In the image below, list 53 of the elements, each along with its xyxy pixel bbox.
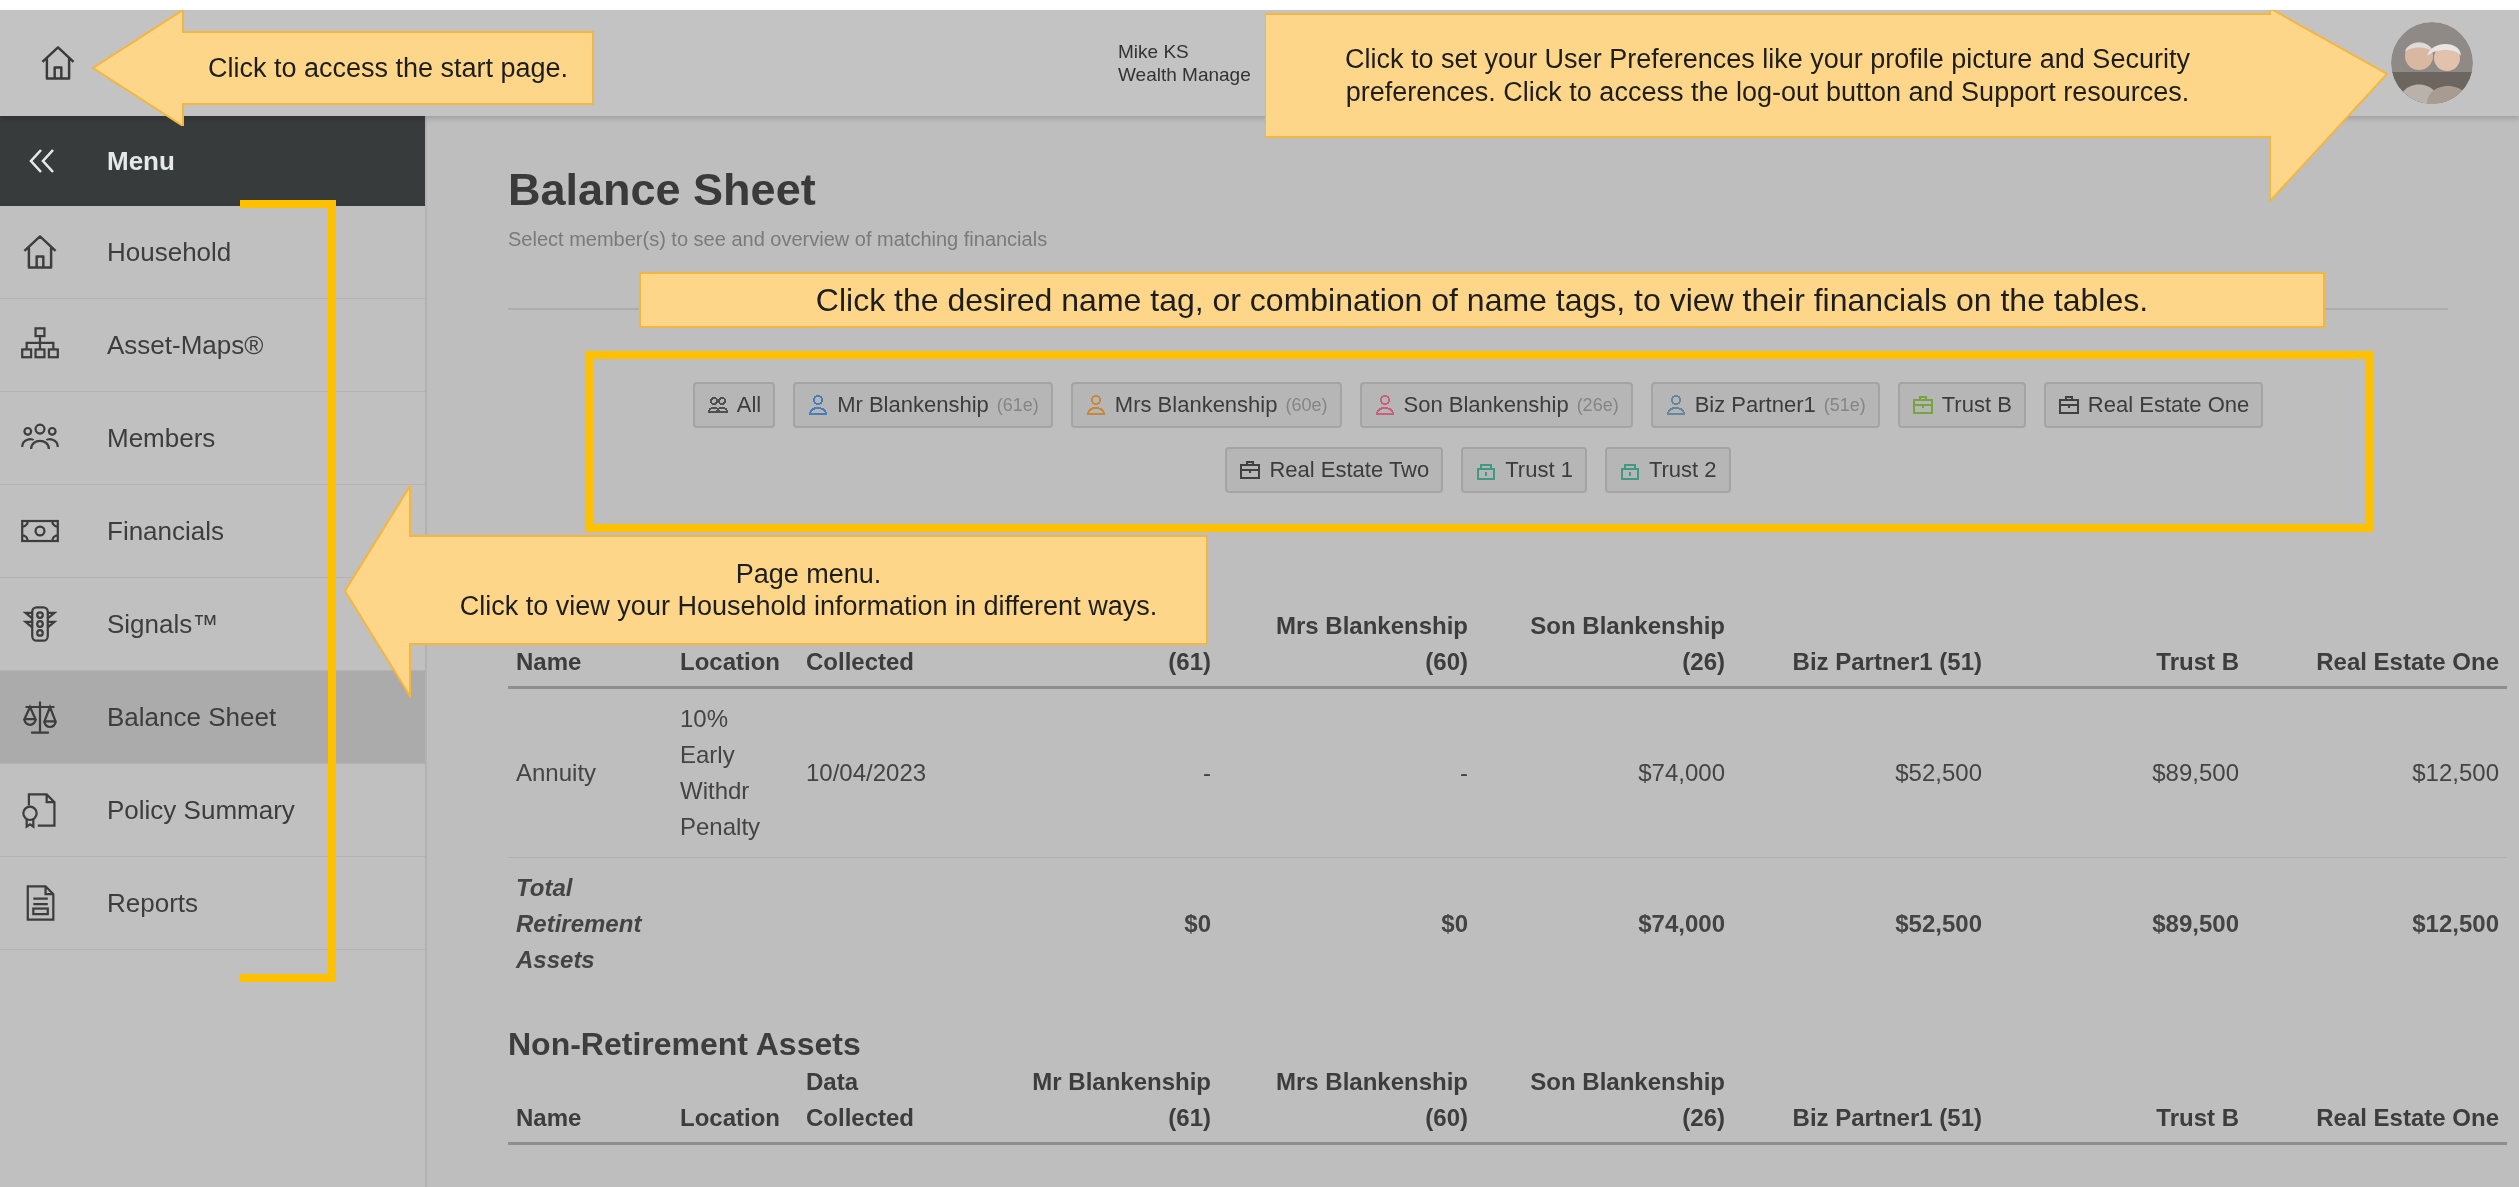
table-cell: Annuity — [508, 687, 672, 858]
menu-label: Menu — [107, 145, 175, 177]
total-cell: $0 — [962, 857, 1219, 990]
column-header: Son Blankenship (26) — [1476, 1064, 1733, 1144]
column-header: Name — [508, 1064, 672, 1144]
sidebar-item[interactable]: Policy Summary — [0, 764, 425, 857]
callout-text: Click to set your User Preferences like your profile picture and Security preferences. Click to access the log-out button and Support resources. — [1344, 43, 2191, 108]
member-tag[interactable]: All — [692, 382, 776, 428]
sidebar-item[interactable]: Asset-Maps® — [0, 299, 425, 392]
column-header: Mrs Blankenship (60) — [1219, 1064, 1476, 1144]
column-header: Biz Partner1 (51) — [1733, 608, 1990, 688]
member-tag[interactable]: Trust 1 — [1461, 447, 1587, 493]
table-cell: $12,500 — [2247, 687, 2507, 858]
table-cell: 10% Early Withdr Penalty — [672, 687, 798, 858]
traffic-light-icon — [20, 604, 60, 644]
total-cell: $0 — [1219, 857, 1476, 990]
column-header: Mrs Blankenship (60) — [1219, 608, 1476, 688]
member-tag[interactable]: Trust B — [1897, 382, 2026, 428]
column-header: Son Blankenship (26) — [1476, 608, 1733, 688]
table-cell: $89,500 — [1990, 687, 2247, 858]
page-subtitle: Select member(s) to see and overview of matching financials — [508, 228, 1049, 250]
column-header: Mr Blankenship (61) — [962, 1064, 1219, 1144]
column-header: Location — [672, 1064, 798, 1144]
column-header: Real Estate One — [2247, 1064, 2507, 1144]
total-cell: $89,500 — [1990, 857, 2247, 990]
table-cell: $74,000 — [1476, 687, 1733, 858]
user-name: Mike KS — [1118, 40, 1190, 63]
sidebar-item[interactable]: Members — [0, 392, 425, 485]
member-tag[interactable]: Real Estate Two — [1225, 447, 1444, 493]
user-role: Wealth Manage — [1118, 63, 1251, 86]
callout-text: Click to access the start page. — [207, 51, 569, 85]
sidebar-item[interactable]: Reports — [0, 857, 425, 950]
total-label: Total Retirement Assets — [508, 857, 672, 990]
column-header: Trust B — [1990, 608, 2247, 688]
table-cell: $52,500 — [1733, 687, 1990, 858]
column-header: Biz Partner1 (51) — [1733, 1064, 1990, 1144]
total-cell: $12,500 — [2247, 857, 2507, 990]
table-cell: - — [1219, 687, 1476, 858]
callout-text: Click the desired name tag, or combination of name tags, to view their financials on the tables. — [639, 272, 2325, 328]
callout-heading: Page menu. — [735, 557, 882, 590]
column-header: Real Estate One — [2247, 608, 2507, 688]
total-cell: $52,500 — [1733, 857, 1990, 990]
sidebar-item[interactable]: Balance Sheet — [0, 671, 425, 764]
member-tag[interactable]: Real Estate One — [2043, 382, 2264, 428]
section-title: Non-Retirement Assets — [508, 1025, 862, 1064]
sidebar-item[interactable]: Household — [0, 206, 425, 299]
column-header: Data Collected — [798, 1064, 962, 1144]
column-header: Trust B — [1990, 1064, 2247, 1144]
table-cell: 10/04/2023 — [798, 687, 962, 858]
table-cell: - — [962, 687, 1219, 858]
total-cell: $74,000 — [1476, 857, 1733, 990]
member-tag[interactable]: Trust 2 — [1604, 447, 1731, 493]
page-title: Balance Sheet — [508, 164, 817, 216]
